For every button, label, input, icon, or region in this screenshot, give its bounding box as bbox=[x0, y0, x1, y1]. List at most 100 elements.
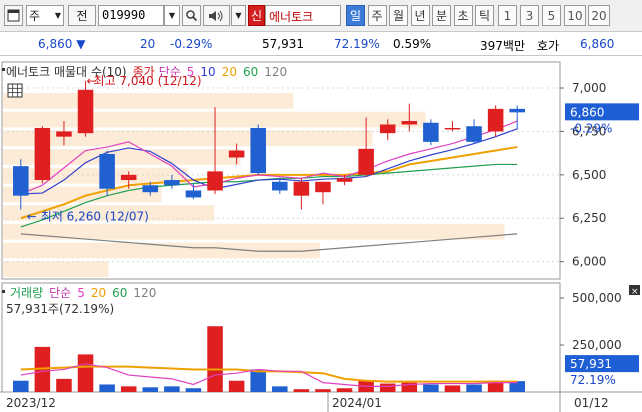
candle-body[interactable] bbox=[228, 150, 245, 158]
candle-body[interactable] bbox=[336, 178, 353, 182]
volume-profile-bar bbox=[3, 111, 426, 128]
stock-code-input[interactable]: 019990 bbox=[98, 5, 164, 26]
candle-body[interactable] bbox=[207, 171, 223, 191]
legend-ma-period: 20 bbox=[222, 65, 237, 79]
grid-toggle-icon[interactable] bbox=[7, 83, 23, 98]
volume-bar[interactable] bbox=[423, 384, 439, 392]
candle-body[interactable] bbox=[120, 174, 137, 181]
candle-body[interactable] bbox=[56, 131, 72, 137]
volume-bar[interactable] bbox=[56, 378, 72, 392]
candle-body[interactable] bbox=[34, 127, 51, 181]
current-price: 6,860 ▼ bbox=[38, 37, 85, 51]
volume-bar[interactable] bbox=[13, 380, 29, 392]
prev-button[interactable]: 전 bbox=[68, 5, 96, 26]
legend-ma-period: 10 bbox=[200, 65, 215, 79]
volume-bar[interactable] bbox=[164, 386, 180, 392]
interval-button[interactable]: 10 bbox=[564, 5, 586, 26]
toolbar: 주 ▼ 전 019990 ▼ ▼ 신 에너토크 일주월년분초틱 1 3 5 10 20 bbox=[0, 0, 642, 32]
y-tick-label: 6,000 bbox=[572, 255, 606, 269]
volume-legend-title: 거래량 bbox=[10, 286, 43, 300]
volume-bar[interactable] bbox=[315, 389, 331, 392]
panel-close-icon[interactable]: × bbox=[629, 285, 640, 297]
turnover-ratio: 0.59% bbox=[393, 37, 432, 51]
volume-bar[interactable] bbox=[444, 385, 461, 392]
search-button[interactable] bbox=[182, 5, 201, 26]
chevron-down-icon: ▼ bbox=[168, 11, 176, 20]
volume-bar[interactable] bbox=[77, 354, 94, 392]
period-button[interactable]: 월 bbox=[389, 5, 408, 26]
volume-bar[interactable] bbox=[379, 383, 396, 392]
volume-legend-period: 5 bbox=[77, 286, 85, 300]
volume-bar[interactable] bbox=[185, 388, 202, 392]
volume-legend-period: 20 bbox=[91, 286, 106, 300]
volume-bar[interactable] bbox=[228, 380, 245, 392]
candle-body[interactable] bbox=[444, 127, 461, 130]
period-button[interactable]: 초 bbox=[453, 5, 473, 26]
panel-close-glyph: × bbox=[631, 287, 639, 297]
candle-body[interactable] bbox=[358, 148, 374, 175]
candle-body[interactable] bbox=[13, 166, 29, 196]
period-button[interactable]: 일 bbox=[346, 5, 365, 26]
volume-bar[interactable] bbox=[120, 386, 137, 392]
trade-amount: 397백만 bbox=[480, 39, 525, 53]
stock-chart[interactable]: 에너토크 매물대 수(10) 종가 단순 5 10 20 60 120최고 7,040 (12… bbox=[0, 57, 642, 412]
volume-bar[interactable] bbox=[207, 326, 223, 392]
volume-bar[interactable] bbox=[336, 388, 353, 392]
candle-body[interactable] bbox=[99, 154, 115, 189]
candle-body[interactable] bbox=[250, 127, 266, 174]
volume-profile-bar bbox=[3, 223, 505, 240]
candle-body[interactable] bbox=[185, 190, 202, 198]
candle-body[interactable] bbox=[315, 181, 331, 193]
y-tick-label: 6,250 bbox=[572, 211, 606, 225]
left-arrow-icon: ← bbox=[87, 74, 97, 88]
interval-button[interactable]: 20 bbox=[588, 5, 610, 26]
candle-body[interactable] bbox=[487, 108, 504, 132]
volume-profile-bar bbox=[3, 261, 109, 277]
volume-y-tick-label: 500,000 bbox=[572, 291, 622, 305]
volume-bar[interactable] bbox=[250, 369, 266, 392]
volume-bar[interactable] bbox=[142, 387, 159, 392]
volume-bar[interactable] bbox=[272, 386, 288, 392]
period-button[interactable]: 분 bbox=[432, 5, 451, 26]
volume-note: 57,931주(72.19%) bbox=[6, 302, 114, 316]
chevron-down-icon: ▼ bbox=[54, 11, 61, 20]
y-tick-label: 6,500 bbox=[572, 168, 606, 182]
period-button[interactable]: 년 bbox=[410, 5, 430, 26]
candle-body[interactable] bbox=[164, 180, 180, 186]
window-icon[interactable] bbox=[4, 5, 23, 26]
interval-button[interactable]: 5 bbox=[542, 5, 561, 26]
type-label: 주 bbox=[29, 9, 41, 23]
candle-body[interactable] bbox=[509, 108, 525, 113]
period-button[interactable]: 주 bbox=[367, 5, 387, 26]
legend-marker bbox=[2, 290, 5, 293]
volume-ratio: 72.19% bbox=[334, 37, 380, 51]
chevron-down-icon: ▼ bbox=[235, 11, 242, 20]
speaker-dropdown-button[interactable]: ▼ bbox=[231, 5, 246, 26]
current-price-value: 6,860 bbox=[38, 37, 73, 51]
candle-body[interactable] bbox=[379, 124, 396, 134]
volume-bar[interactable] bbox=[293, 389, 310, 392]
period-button[interactable]: 틱 bbox=[475, 5, 494, 26]
legend-ma-period: 60 bbox=[243, 65, 258, 79]
volume-bar[interactable] bbox=[99, 384, 115, 392]
volume-legend-period: 120 bbox=[133, 286, 156, 300]
speaker-button[interactable] bbox=[203, 5, 230, 26]
candle-body[interactable] bbox=[77, 89, 94, 134]
candle-body[interactable] bbox=[293, 181, 310, 196]
candle-body[interactable] bbox=[272, 181, 288, 191]
interval-button[interactable]: 3 bbox=[520, 5, 539, 26]
type-select[interactable]: 주 ▼ bbox=[26, 5, 64, 26]
candle-body[interactable] bbox=[423, 122, 439, 142]
candle-body[interactable] bbox=[142, 185, 159, 193]
y-tick-label: 7,000 bbox=[572, 81, 606, 95]
interval-button[interactable]: 1 bbox=[498, 5, 517, 26]
current-pct-tag: -0.29% bbox=[570, 121, 612, 135]
chart-window: 주 ▼ 전 019990 ▼ ▼ 신 에너토크 일주월년분초틱 1 3 5 10 20 … bbox=[0, 0, 642, 412]
speaker-icon bbox=[208, 10, 222, 21]
current-price-tag: 6,860 bbox=[570, 105, 604, 119]
candle-body[interactable] bbox=[401, 121, 418, 125]
ask-label: 호가 bbox=[537, 39, 560, 53]
volume-bar[interactable] bbox=[466, 384, 482, 392]
candle-body[interactable] bbox=[466, 126, 482, 142]
code-dropdown-button[interactable]: ▼ bbox=[164, 5, 180, 26]
